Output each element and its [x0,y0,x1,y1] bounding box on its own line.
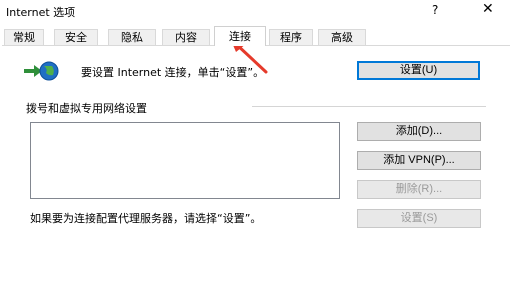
setup-button[interactable]: 设置(U) [357,61,480,80]
globe-network-icon [24,61,59,81]
tab-security[interactable]: 安全 [54,29,98,46]
window-title: Internet 选项 [6,6,76,19]
close-icon[interactable]: ✕ [482,1,494,17]
section-divider [252,106,486,107]
remove-button[interactable]: 删除(R)... [357,180,481,199]
help-icon[interactable]: ? [432,3,438,17]
setup-instruction-text: 要设置 Internet 连接，单击“设置”。 [81,66,265,79]
add-vpn-button[interactable]: 添加 VPN(P)... [357,151,481,170]
connections-list[interactable] [30,122,340,199]
dialup-vpn-section-label: 拨号和虚拟专用网络设置 [26,102,147,115]
settings-button[interactable]: 设置(S) [357,209,481,228]
title-bar: Internet 选项 ? ✕ [0,0,512,24]
tab-programs[interactable]: 程序 [269,29,313,46]
tab-advanced[interactable]: 高级 [318,29,366,46]
add-button[interactable]: 添加(D)... [357,122,481,141]
tab-privacy[interactable]: 隐私 [108,29,156,46]
proxy-instruction-text: 如果要为连接配置代理服务器，请选择“设置”。 [30,212,262,225]
tab-general[interactable]: 常规 [4,29,44,46]
tab-connections[interactable]: 连接 [214,26,266,46]
tab-content[interactable]: 内容 [162,29,210,46]
